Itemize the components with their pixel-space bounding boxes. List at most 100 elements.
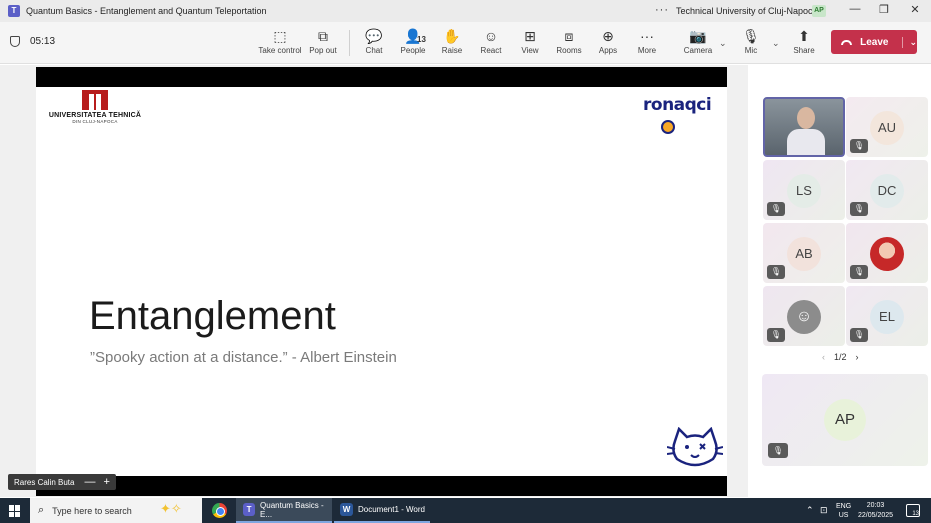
apps-icon: ⊕ xyxy=(602,28,614,44)
ronaqci-logo: ronaqci xyxy=(643,95,712,115)
tray-overflow-chevron-icon[interactable]: ⌃ xyxy=(806,498,814,523)
minimize-button[interactable]: — xyxy=(845,3,865,15)
chat-button[interactable]: 💬 Chat xyxy=(352,26,396,55)
taskbar-clock[interactable]: 20:03 22/05/2025 xyxy=(858,501,893,521)
view-icon: ⊞ xyxy=(524,28,536,44)
rooms-button[interactable]: ⧈ Rooms xyxy=(547,26,591,55)
organization-name[interactable]: Technical University of Cluj-Napoca xyxy=(676,6,818,16)
network-icon[interactable]: ⊡ xyxy=(820,498,828,523)
mic-muted-icon: 🎙 xyxy=(850,202,868,216)
leave-label: Leave xyxy=(860,36,889,48)
notification-center-button[interactable]: 13 xyxy=(906,504,920,517)
more-options-icon[interactable]: ··· xyxy=(655,4,669,16)
camera-button[interactable]: 📷 Camera xyxy=(676,26,720,55)
page-indicator: 1/2 xyxy=(834,352,847,362)
phone-hangup-icon xyxy=(841,39,853,45)
search-placeholder: Type here to search xyxy=(52,505,132,516)
presenter-name-tag: Rares Calin Buta — + xyxy=(8,474,116,490)
participant-video-body xyxy=(787,129,825,155)
participant-tile[interactable]: LS 🎙 xyxy=(763,160,845,220)
participant-video-face xyxy=(797,107,815,129)
mic-muted-icon: 🎙 xyxy=(850,139,868,153)
gallery-pager: ‹ 1/2 › xyxy=(822,352,859,362)
camera-off-icon: 📷 xyxy=(689,28,707,44)
meeting-timer: 05:13 xyxy=(10,36,55,47)
zoom-in-button[interactable]: + xyxy=(103,476,109,488)
timer-text: 05:13 xyxy=(30,36,56,47)
shield-icon xyxy=(10,36,20,47)
camera-label: Camera xyxy=(683,46,713,55)
clock-date: 22/05/2025 xyxy=(858,512,894,519)
participant-tile[interactable]: DC 🎙 xyxy=(846,160,928,220)
university-name: UNIVERSITATEA TEHNICĂ xyxy=(48,112,142,119)
participant-tile[interactable]: 🎙 xyxy=(846,223,928,283)
clock-time: 20:03 xyxy=(866,502,885,509)
apps-button[interactable]: ⊕ Apps xyxy=(586,26,630,55)
take-control-button[interactable]: ⬚ Take control xyxy=(258,26,302,55)
view-label: View xyxy=(521,46,539,55)
leave-button[interactable]: Leave ⌄ xyxy=(831,30,917,54)
close-button[interactable]: ✕ xyxy=(905,3,925,16)
zoom-out-button[interactable]: — xyxy=(84,476,95,488)
search-icon: ⌕ xyxy=(38,504,45,516)
next-page-button[interactable]: › xyxy=(856,352,859,362)
generic-user-icon: ☺ xyxy=(787,300,821,334)
title-bar: T Quantum Basics - Entanglement and Quan… xyxy=(0,0,931,22)
avatar: LS xyxy=(787,174,821,208)
react-button[interactable]: ☺ React xyxy=(469,26,513,55)
avatar: EL xyxy=(870,300,904,334)
mic-button[interactable]: 🎙 Mic xyxy=(729,26,773,55)
search-highlight-icon[interactable]: ✦✧ xyxy=(160,501,182,517)
participant-tile-video[interactable] xyxy=(763,97,845,157)
avatar: DC xyxy=(870,174,904,208)
slide-letterbox-bottom xyxy=(36,476,727,496)
featured-participant-tile[interactable]: AP 🎙 xyxy=(762,374,928,466)
mic-muted-icon: 🎙 xyxy=(767,265,785,279)
taskbar-app-word[interactable]: W Document1 - Word xyxy=(334,498,430,523)
rooms-label: Rooms xyxy=(556,46,582,55)
participant-tile[interactable]: EL 🎙 xyxy=(846,286,928,346)
view-button[interactable]: ⊞ View xyxy=(508,26,552,55)
window-title: Quantum Basics - Entanglement and Quantu… xyxy=(26,6,267,16)
mic-muted-icon: 🎙 xyxy=(767,328,785,342)
participant-tile[interactable]: ☺ 🎙 xyxy=(763,286,845,346)
mic-muted-icon: 🎙 xyxy=(850,328,868,342)
people-label: People xyxy=(400,46,426,55)
taskbar-app-teams[interactable]: T Quantum Basics - E... xyxy=(236,498,332,523)
leave-options-chevron-icon[interactable]: ⌄ xyxy=(902,36,917,48)
meeting-toolbar: 05:13 ⬚ Take control ⧉ Pop out 💬 Chat 👤 1… xyxy=(0,22,931,64)
camera-options-chevron-icon[interactable]: ⌄ xyxy=(719,38,727,49)
participant-tile[interactable]: AU 🎙 xyxy=(846,97,928,157)
slide-quote: ”Spooky action at a distance.” - Albert … xyxy=(90,349,397,366)
more-icon: ··· xyxy=(640,28,654,44)
avatar: AB xyxy=(787,237,821,271)
ronaqci-dot-icon xyxy=(661,120,675,134)
toolbar-divider xyxy=(349,30,350,56)
presenter-name: Rares Calin Buta xyxy=(14,477,75,487)
slide-letterbox-top xyxy=(36,67,727,87)
chat-label: Chat xyxy=(365,46,383,55)
react-icon: ☺ xyxy=(483,28,499,44)
windows-start-button[interactable] xyxy=(9,505,21,517)
mic-muted-icon: 🎙 xyxy=(768,443,788,458)
mic-muted-icon: 🎙 xyxy=(767,202,785,216)
more-button[interactable]: ··· More xyxy=(625,26,669,55)
chrome-icon[interactable] xyxy=(212,503,227,518)
region-code: US xyxy=(838,511,849,519)
language-code: ENG xyxy=(836,502,852,510)
share-button[interactable]: ⬆ Share xyxy=(782,26,826,55)
previous-page-button[interactable]: ‹ xyxy=(822,352,825,362)
user-avatar-badge[interactable]: AP xyxy=(812,5,826,17)
share-label: Share xyxy=(793,46,815,55)
pop-out-button[interactable]: ⧉ Pop out xyxy=(301,26,345,55)
raise-hand-label: Raise xyxy=(441,46,463,55)
raise-hand-icon: ✋ xyxy=(443,28,461,44)
university-logo: UNIVERSITATEA TEHNICĂ DIN CLUJ-NAPOCA xyxy=(39,90,151,124)
share-icon: ⬆ xyxy=(798,28,810,44)
language-indicator[interactable]: ENG US xyxy=(836,498,851,523)
mic-options-chevron-icon[interactable]: ⌄ xyxy=(772,38,780,49)
maximize-button[interactable]: ❐ xyxy=(874,3,894,16)
participant-tile[interactable]: AB 🎙 xyxy=(763,223,845,283)
raise-hand-button[interactable]: ✋ Raise xyxy=(430,26,474,55)
people-button[interactable]: 👤 13 People xyxy=(391,26,435,55)
